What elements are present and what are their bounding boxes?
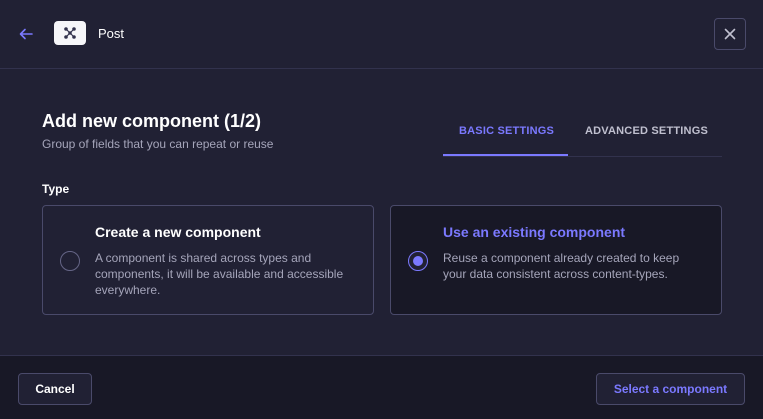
modal-footer: Cancel Select a component xyxy=(0,355,763,419)
tab-basic-settings[interactable]: BASIC SETTINGS xyxy=(459,125,554,137)
close-button[interactable] xyxy=(714,18,746,50)
content-type-title: Post xyxy=(98,26,125,41)
component-icon xyxy=(54,21,86,45)
radio-create-new[interactable] xyxy=(60,251,80,271)
option-title: Create a new component xyxy=(95,224,261,240)
option-description: A component is shared across types and c… xyxy=(95,251,344,297)
arrow-left-icon xyxy=(19,28,33,40)
type-label: Type xyxy=(42,182,70,196)
tab-advanced-settings[interactable]: ADVANCED SETTINGS xyxy=(585,125,708,137)
option-use-existing-component[interactable]: Use an existing component Reuse a compon… xyxy=(390,205,722,315)
radio-use-existing[interactable] xyxy=(408,251,428,271)
tabs-divider xyxy=(443,156,722,157)
option-title: Use an existing component xyxy=(443,224,626,240)
modal-title: Add new component (1/2) xyxy=(42,111,262,131)
back-button[interactable] xyxy=(16,24,36,44)
option-description: Reuse a component already created to kee… xyxy=(443,251,680,281)
modal-header: Post xyxy=(0,0,763,69)
close-icon xyxy=(724,28,736,40)
active-tab-indicator xyxy=(443,154,568,156)
select-component-button[interactable]: Select a component xyxy=(596,373,745,405)
modal-subtitle: Group of fields that you can repeat or r… xyxy=(42,137,274,151)
modal-body: Add new component (1/2) Group of fields … xyxy=(0,69,763,355)
option-create-new-component[interactable]: Create a new component A component is sh… xyxy=(42,205,374,315)
cancel-button[interactable]: Cancel xyxy=(18,373,92,405)
